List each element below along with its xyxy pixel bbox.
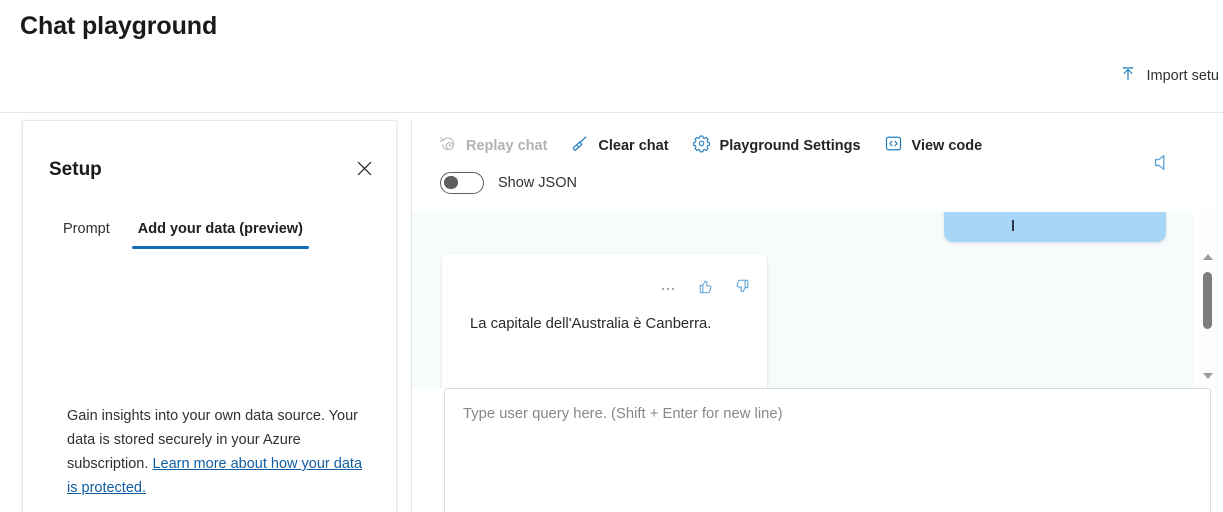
chevron-down-icon xyxy=(1202,372,1213,379)
conversation-scrollbar[interactable] xyxy=(1199,212,1216,388)
code-brackets-icon xyxy=(884,134,903,158)
broom-icon xyxy=(570,134,589,158)
clear-chat-button[interactable]: Clear chat xyxy=(561,128,682,164)
speaker-mute-icon xyxy=(1152,152,1173,178)
scroll-down-button[interactable] xyxy=(1199,367,1216,384)
more-options-button[interactable] xyxy=(659,280,677,298)
import-setup-button[interactable]: Import setu xyxy=(1119,62,1223,90)
user-query-placeholder: Type user query here. (Shift + Enter for… xyxy=(463,406,783,422)
upload-arrow-icon xyxy=(1119,65,1137,88)
assistant-message-card: La capitale dell'Australia è Canberra. xyxy=(442,254,767,388)
show-json-label: Show JSON xyxy=(498,175,577,191)
setup-description: Gain insights into your own data source.… xyxy=(67,404,376,500)
user-message-bubble xyxy=(944,212,1166,242)
speaker-mute-button[interactable] xyxy=(1146,149,1178,181)
chat-command-bar: Replay chat Clear chat Playground Settin… xyxy=(429,128,996,164)
replay-chat-label: Replay chat xyxy=(466,138,548,154)
chat-panel: Replay chat Clear chat Playground Settin… xyxy=(411,120,1223,512)
close-icon xyxy=(355,159,374,183)
user-query-input[interactable]: Type user query here. (Shift + Enter for… xyxy=(444,388,1211,512)
tab-prompt[interactable]: Prompt xyxy=(49,215,124,249)
setup-title: Setup xyxy=(49,159,102,180)
playground-settings-label: Playground Settings xyxy=(719,138,861,154)
scrollbar-thumb[interactable] xyxy=(1203,272,1212,329)
thumbs-up-icon xyxy=(697,278,714,300)
message-actions xyxy=(659,278,751,300)
thumbs-up-button[interactable] xyxy=(696,280,714,298)
gear-icon xyxy=(692,134,711,158)
header-divider xyxy=(0,112,1223,113)
replay-clock-icon xyxy=(438,134,457,158)
view-code-label: View code xyxy=(911,138,983,154)
assistant-message-text: La capitale dell'Australia è Canberra. xyxy=(470,316,712,332)
thumbs-down-button[interactable] xyxy=(733,278,751,300)
show-json-toggle[interactable] xyxy=(440,172,484,194)
import-setup-label: Import setu xyxy=(1146,68,1219,84)
close-setup-button[interactable] xyxy=(350,157,378,185)
tab-add-your-data[interactable]: Add your data (preview) xyxy=(124,215,317,249)
ellipsis-icon xyxy=(661,287,675,291)
setup-panel: Setup Prompt Add your data (preview) Gai… xyxy=(22,120,397,512)
chat-playground-page: Chat playground Import setu Setup Prompt… xyxy=(0,0,1223,512)
scroll-up-button[interactable] xyxy=(1199,248,1216,265)
toggle-knob xyxy=(444,175,458,190)
replay-chat-button[interactable]: Replay chat xyxy=(429,128,561,164)
view-code-button[interactable]: View code xyxy=(875,128,997,164)
playground-settings-button[interactable]: Playground Settings xyxy=(683,128,875,164)
thumbs-down-icon xyxy=(734,278,751,300)
clear-chat-label: Clear chat xyxy=(598,138,669,154)
chevron-up-icon xyxy=(1202,253,1213,260)
text-caret xyxy=(1012,220,1014,231)
setup-panel-header: Setup xyxy=(49,159,378,185)
page-title: Chat playground xyxy=(20,12,218,40)
show-json-row: Show JSON xyxy=(440,172,577,194)
setup-tabs: Prompt Add your data (preview) xyxy=(49,215,317,249)
conversation-area: La capitale dell'Australia è Canberra. xyxy=(412,212,1194,388)
